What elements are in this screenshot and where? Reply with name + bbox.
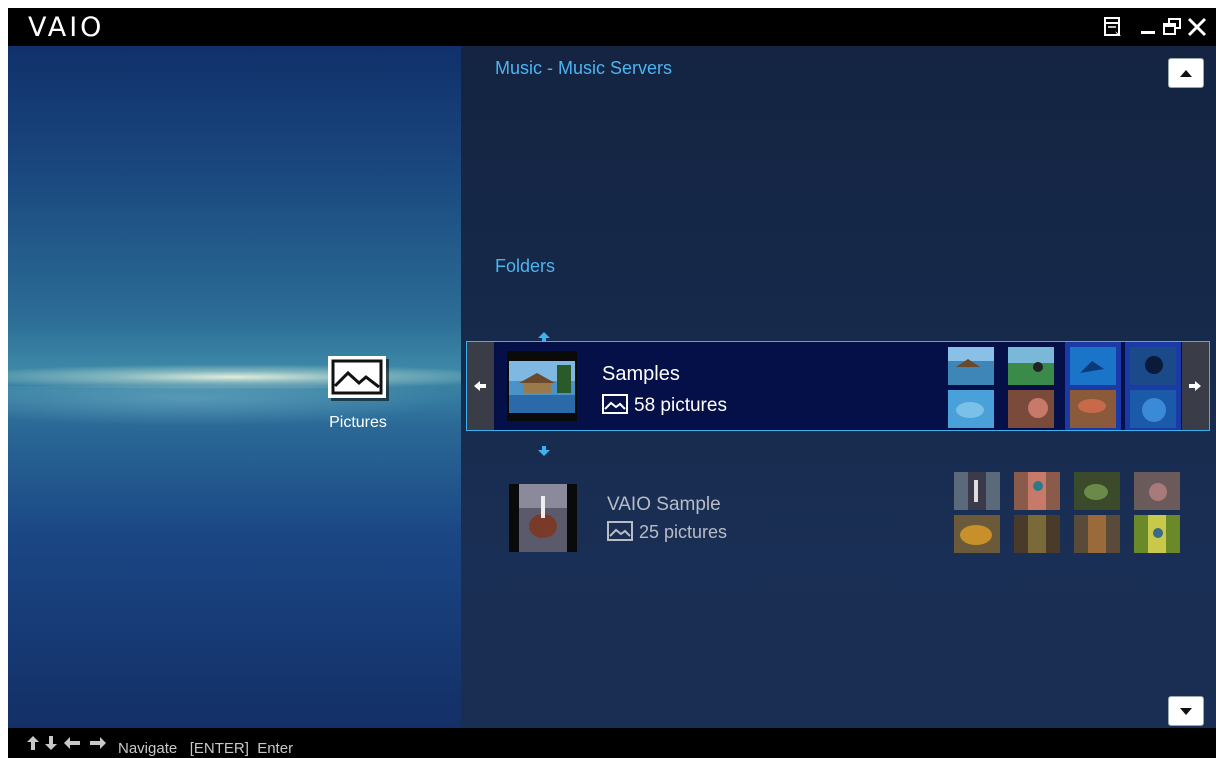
app-window: VAIO Pictures Music - Music Servers Fold… (8, 8, 1216, 758)
folder-count: 25 pictures (607, 521, 727, 546)
thumbnail (1014, 515, 1060, 553)
breadcrumb: Music - Music Servers (495, 58, 673, 78)
thumbnail (1008, 347, 1054, 385)
thumbnail (1014, 472, 1060, 510)
close-icon[interactable] (1184, 14, 1210, 40)
folder-cover (507, 351, 577, 421)
scroll-up-button[interactable] (1168, 58, 1204, 88)
navigation-arrows-icon (26, 735, 112, 756)
folder-count-label: 58 pictures (634, 395, 727, 416)
thumbnail (1074, 472, 1120, 510)
row-down-arrow-icon (537, 444, 551, 456)
content-panel: Music - Music Servers Folders Samples 58… (461, 46, 1216, 728)
thumbnail (1130, 390, 1176, 428)
restore-icon[interactable] (1160, 14, 1186, 40)
navigation-hint: Navigate [ENTER] Enter (118, 740, 294, 757)
picture-icon (607, 521, 633, 546)
thumbnail (1074, 515, 1120, 553)
thumbnail (948, 390, 994, 428)
folder-count: 58 pictures (602, 394, 727, 420)
triangle-down-icon (1180, 708, 1192, 715)
thumbnail (1070, 390, 1116, 428)
folder-name: Samples (602, 363, 680, 385)
thumbnail (1134, 472, 1180, 510)
thumbnail (954, 472, 1000, 510)
vaio-logo: VAIO (28, 12, 105, 43)
folder-row-samples[interactable]: Samples 58 pictures (466, 341, 1210, 431)
folder-name: VAIO Sample (607, 494, 721, 515)
row-prev-button[interactable] (467, 342, 494, 430)
minimize-icon[interactable] (1136, 14, 1162, 40)
folder-cover (509, 484, 577, 552)
thumbnail (1008, 390, 1054, 428)
scroll-down-button[interactable] (1168, 696, 1204, 726)
status-bar: Navigate [ENTER] Enter (8, 728, 1216, 758)
thumbnail (1070, 347, 1116, 385)
folder-row-vaio-sample[interactable]: VAIO Sample 25 pictures (466, 466, 1210, 556)
thumbnail (954, 515, 1000, 553)
thumbnail (1130, 347, 1176, 385)
thumbnail (1134, 515, 1180, 553)
folder-count-label: 25 pictures (639, 522, 728, 542)
category-panel: Pictures (8, 46, 461, 728)
row-next-button[interactable] (1182, 342, 1209, 430)
title-bar: VAIO (8, 8, 1216, 46)
arrow-right-icon (1189, 381, 1201, 391)
picture-icon (328, 356, 386, 398)
mini-mode-icon[interactable] (1100, 14, 1126, 40)
folders-heading: Folders (495, 256, 556, 276)
thumbnail (948, 347, 994, 385)
pictures-label: Pictures (329, 414, 387, 431)
picture-icon (602, 394, 628, 420)
arrow-left-icon (474, 381, 486, 391)
triangle-up-icon (1180, 70, 1192, 77)
